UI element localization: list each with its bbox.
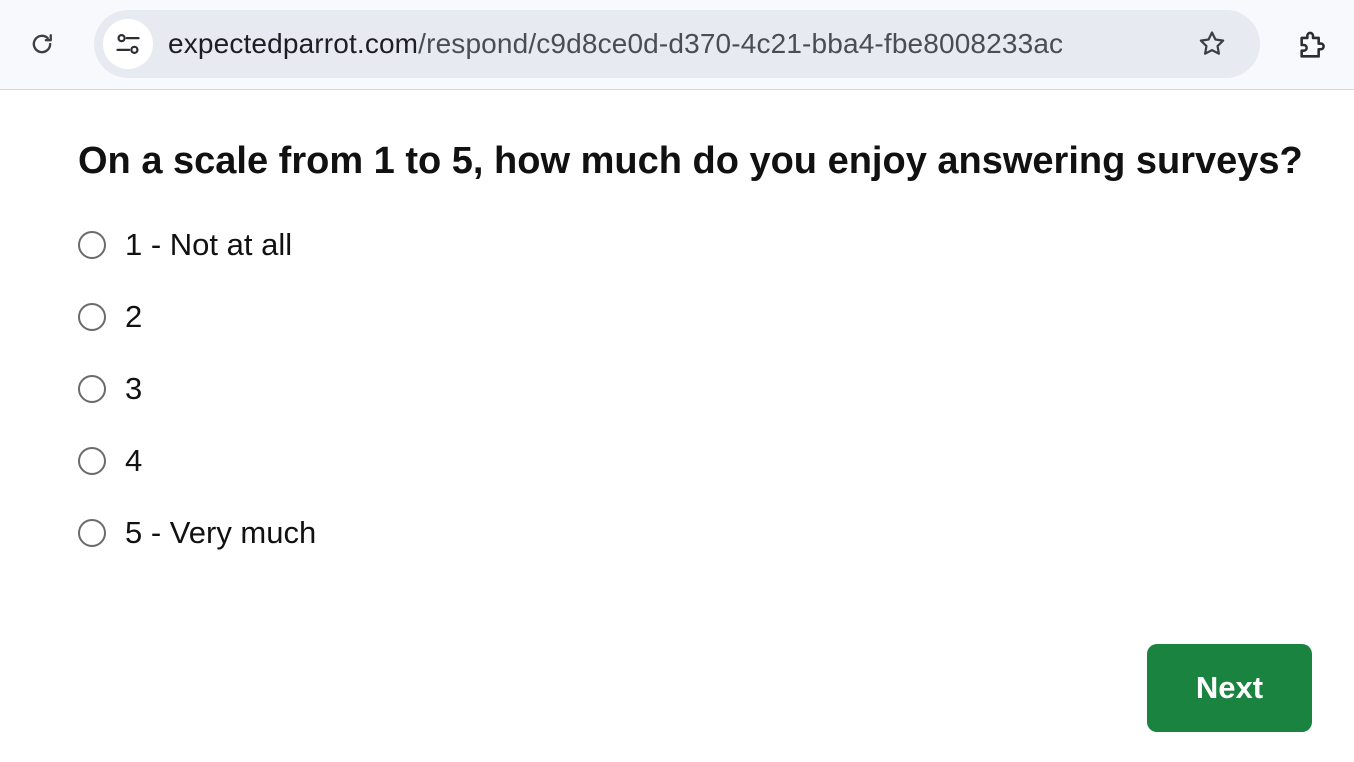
address-bar[interactable]: expectedparrot.com/respond/c9d8ce0d-d370…	[94, 10, 1260, 78]
radio-button[interactable]	[78, 303, 106, 331]
reload-button[interactable]	[22, 24, 62, 64]
option-2[interactable]: 2	[78, 297, 142, 337]
radio-button[interactable]	[78, 231, 106, 259]
radio-button[interactable]	[78, 375, 106, 403]
option-1[interactable]: 1 - Not at all	[78, 225, 292, 265]
radio-button[interactable]	[78, 447, 106, 475]
bookmark-button[interactable]	[1192, 24, 1232, 64]
next-button[interactable]: Next	[1147, 644, 1312, 732]
site-info-button[interactable]	[103, 19, 153, 69]
star-icon	[1199, 31, 1225, 55]
option-label: 5 - Very much	[125, 515, 317, 550]
question-text: On a scale from 1 to 5, how much do you …	[78, 140, 1303, 182]
option-label: 4	[125, 443, 143, 478]
browser-toolbar: expectedparrot.com/respond/c9d8ce0d-d370…	[0, 0, 1354, 90]
option-4[interactable]: 4	[78, 441, 142, 481]
puzzle-piece-icon	[1300, 31, 1325, 58]
site-settings-icon	[116, 34, 140, 54]
reload-icon	[32, 34, 52, 54]
option-label: 2	[125, 299, 143, 334]
url-path: /respond/c9d8ce0d-d370-4c21-bba4-fbe8008…	[418, 28, 1064, 59]
extensions-button[interactable]	[1292, 24, 1334, 66]
option-label: 3	[125, 371, 143, 406]
option-5[interactable]: 5 - Very much	[78, 513, 316, 553]
option-label: 1 - Not at all	[125, 227, 293, 262]
url-text[interactable]: expectedparrot.com/respond/c9d8ce0d-d370…	[168, 10, 1063, 78]
option-3[interactable]: 3	[78, 369, 142, 409]
radio-button[interactable]	[78, 519, 106, 547]
url-host: expectedparrot.com	[168, 28, 419, 59]
